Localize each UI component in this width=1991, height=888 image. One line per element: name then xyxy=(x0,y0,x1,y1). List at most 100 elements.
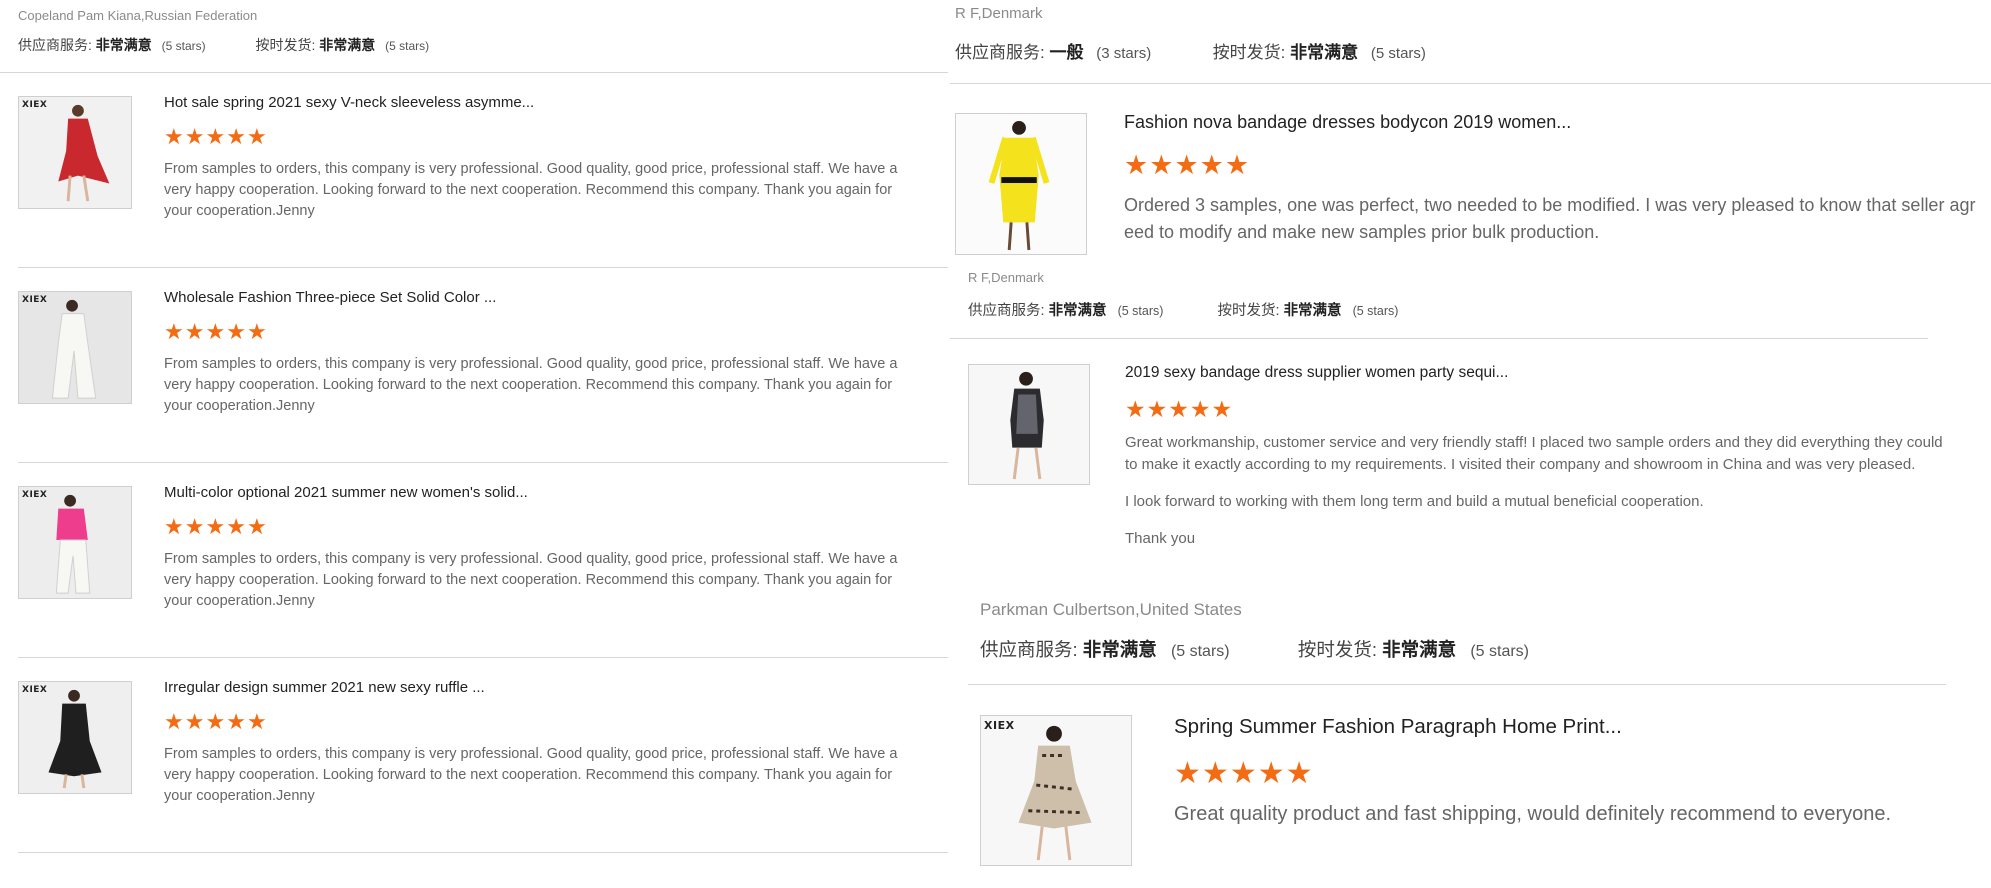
product-image xyxy=(1010,371,1044,480)
seller-ratings: 供应商服务: 非常满意 (5 stars) 按时发货: 非常满意 (5 star… xyxy=(18,35,429,55)
divider xyxy=(950,338,1928,339)
star-icon: ★ xyxy=(1199,150,1225,180)
supplier-service-value: 非常满意 xyxy=(1048,303,1107,319)
star-icon: ★ xyxy=(205,514,227,539)
divider xyxy=(0,72,948,73)
on-time-value: 非常满意 xyxy=(1382,639,1457,660)
brand-logo: XIEX xyxy=(22,490,48,500)
star-icon: ★ xyxy=(205,709,227,734)
product-title[interactable]: Hot sale spring 2021 sexy V-neck sleevel… xyxy=(164,94,534,111)
star-icon: ★ xyxy=(226,709,247,734)
star-icon: ★ xyxy=(1285,757,1314,790)
reviewer-name: R F,Denmark xyxy=(968,270,1044,285)
rating-stars: ★★★★★ xyxy=(164,319,268,345)
divider xyxy=(950,83,1991,84)
star-icon: ★ xyxy=(164,709,185,734)
supplier-service-label: 供应商服务: xyxy=(18,37,92,53)
star-icon: ★ xyxy=(1201,757,1230,790)
star-icon: ★ xyxy=(1229,757,1258,790)
product-title[interactable]: Fashion nova bandage dresses bodycon 201… xyxy=(1124,112,1571,133)
supplier-service-stars: (5 stars) xyxy=(1117,304,1164,318)
reviewer-name: Parkman Culbertson,United States xyxy=(980,600,1242,619)
review-paragraph: Thank you xyxy=(1125,530,1196,547)
supplier-service-value: 一般 xyxy=(1049,43,1084,62)
on-time-value: 非常满意 xyxy=(1283,303,1342,319)
star-icon: ★ xyxy=(246,124,268,149)
star-icon: ★ xyxy=(226,319,247,344)
star-icon: ★ xyxy=(246,514,268,539)
star-icon: ★ xyxy=(164,124,185,149)
star-icon: ★ xyxy=(184,709,206,734)
divider xyxy=(18,852,948,853)
star-icon: ★ xyxy=(1211,396,1234,422)
review-text: From samples to orders, this company is … xyxy=(164,356,898,414)
rating-stars: ★★★★★ xyxy=(1125,396,1233,423)
divider xyxy=(968,684,1946,685)
review-paragraph: I look forward to working with them long… xyxy=(1125,493,1704,510)
product-thumbnail[interactable] xyxy=(968,364,1090,485)
star-icon: ★ xyxy=(164,319,185,344)
review-text: From samples to orders, this company is … xyxy=(164,746,898,804)
star-icon: ★ xyxy=(246,319,268,344)
star-icon: ★ xyxy=(1125,396,1147,422)
product-image xyxy=(58,104,110,202)
star-icon: ★ xyxy=(246,709,268,734)
product-thumbnail[interactable]: XIEX xyxy=(18,681,132,794)
product-title[interactable]: Irregular design summer 2021 new sexy ru… xyxy=(164,679,485,696)
divider xyxy=(18,657,948,658)
review-text: Ordered 3 samples, one was perfect, two … xyxy=(1124,195,1976,242)
rating-stars: ★★★★★ xyxy=(164,514,268,540)
on-time-stars: (5 stars) xyxy=(385,39,430,53)
product-thumbnail[interactable]: XIEX xyxy=(18,291,132,404)
star-icon: ★ xyxy=(1257,757,1286,790)
product-title[interactable]: Wholesale Fashion Three-piece Set Solid … xyxy=(164,289,496,306)
star-icon: ★ xyxy=(184,319,206,344)
star-icon: ★ xyxy=(1149,150,1175,180)
on-time-value: 非常满意 xyxy=(319,37,376,53)
star-icon: ★ xyxy=(184,514,206,539)
product-image xyxy=(988,120,1050,251)
rating-stars: ★★★★★ xyxy=(164,709,268,735)
star-icon: ★ xyxy=(1174,150,1200,180)
review-text: From samples to orders, this company is … xyxy=(164,161,898,219)
star-icon: ★ xyxy=(226,514,247,539)
brand-logo: XIEX xyxy=(22,100,48,110)
product-title[interactable]: Multi-color optional 2021 summer new wom… xyxy=(164,484,528,501)
seller-ratings: 供应商服务: 非常满意 (5 stars) 按时发货: 非常满意 (5 star… xyxy=(980,636,1529,662)
star-icon: ★ xyxy=(205,124,227,149)
on-time-label: 按时发货: xyxy=(1212,43,1286,62)
rating-stars: ★★★★★ xyxy=(164,124,268,150)
product-thumbnail[interactable]: XIEX xyxy=(18,96,132,209)
supplier-service-value: 非常满意 xyxy=(1082,639,1157,660)
supplier-service-stars: (5 stars) xyxy=(161,39,206,53)
brand-logo: XIEX xyxy=(984,719,1015,732)
review-text: From samples to orders, this company is … xyxy=(164,551,898,609)
product-title[interactable]: 2019 sexy bandage dress supplier women p… xyxy=(1125,364,1508,382)
product-thumbnail[interactable]: XIEX xyxy=(18,486,132,599)
product-image xyxy=(19,292,131,403)
on-time-value: 非常满意 xyxy=(1290,43,1359,62)
product-thumbnail[interactable]: XIEX xyxy=(980,715,1132,866)
rating-stars: ★★★★★ xyxy=(1124,150,1250,181)
reviewer-name: R F,Denmark xyxy=(955,5,1043,22)
review-paragraph: Great workmanship, customer service and … xyxy=(1125,434,1943,473)
product-title[interactable]: Spring Summer Fashion Paragraph Home Pri… xyxy=(1174,715,1622,739)
divider xyxy=(18,267,948,268)
on-time-stars: (5 stars) xyxy=(1470,643,1529,660)
star-icon: ★ xyxy=(1124,150,1150,180)
on-time-stars: (5 stars) xyxy=(1352,304,1399,318)
rating-stars: ★★★★★ xyxy=(1174,756,1314,791)
star-icon: ★ xyxy=(1168,396,1190,422)
star-icon: ★ xyxy=(1146,396,1169,422)
supplier-service-label: 供应商服务: xyxy=(968,303,1045,319)
brand-logo: XIEX xyxy=(22,685,48,695)
star-icon: ★ xyxy=(1174,757,1202,790)
on-time-stars: (5 stars) xyxy=(1370,45,1426,62)
review-text: Great quality product and fast shipping,… xyxy=(1174,803,1892,825)
product-thumbnail[interactable] xyxy=(955,113,1087,255)
seller-ratings: 供应商服务: 一般 (3 stars) 按时发货: 非常满意 (5 stars) xyxy=(955,38,1426,63)
product-image xyxy=(19,682,131,793)
on-time-label: 按时发货: xyxy=(255,37,316,53)
product-image xyxy=(1018,725,1092,861)
on-time-label: 按时发货: xyxy=(1217,303,1280,319)
